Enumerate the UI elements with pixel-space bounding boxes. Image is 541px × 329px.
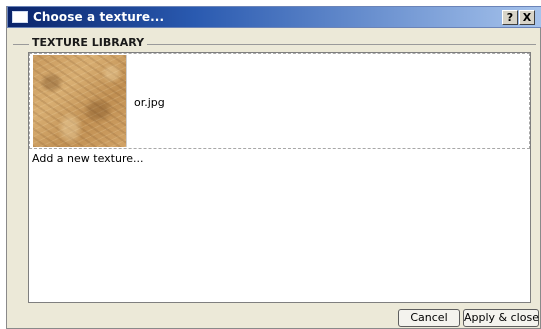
texture-chooser-dialog: Choose a texture... ? X TEXTURE LIBRARY … (6, 6, 541, 329)
add-texture-link[interactable]: Add a new texture... (32, 152, 143, 165)
close-button[interactable]: X (519, 10, 535, 25)
window-title: Choose a texture... (33, 10, 165, 24)
texture-filename: or.jpg (134, 96, 165, 109)
texture-thumbnail (33, 55, 127, 147)
texture-library-heading: TEXTURE LIBRARY (29, 36, 148, 49)
texture-item[interactable]: or.jpg (29, 53, 530, 149)
title-bar[interactable]: Choose a texture... ? X (7, 6, 541, 28)
help-button[interactable]: ? (502, 10, 518, 25)
window-icon (12, 11, 28, 23)
texture-list[interactable]: or.jpg Add a new texture... (28, 52, 531, 303)
cancel-button[interactable]: Cancel (398, 309, 460, 327)
apply-and-close-button[interactable]: Apply & close (463, 309, 539, 327)
